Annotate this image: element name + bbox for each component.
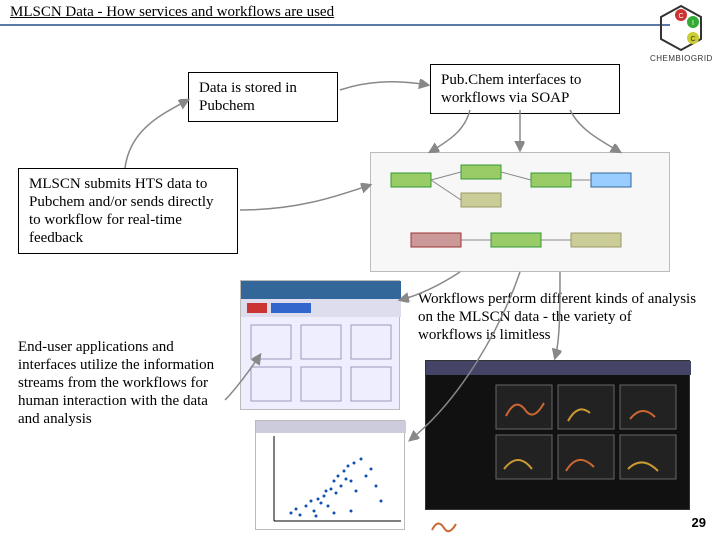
connector-arrows: [0, 0, 720, 540]
page-number: 29: [692, 515, 706, 530]
